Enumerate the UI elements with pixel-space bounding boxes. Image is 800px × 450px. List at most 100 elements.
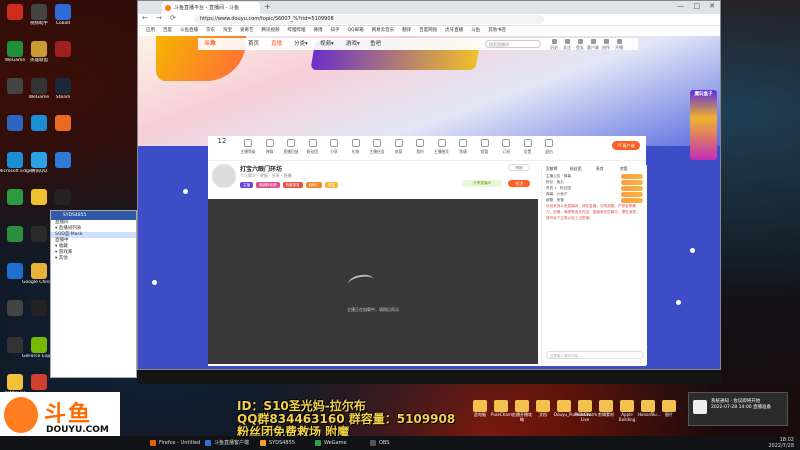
folder-icon[interactable]: Apple Building [617,400,637,422]
folder-icon[interactable]: 文档 [533,400,553,417]
share-button[interactable]: 分享直播间 [462,180,502,187]
minimize-button[interactable]: — [677,2,684,10]
desktop-icon[interactable] [46,152,80,169]
bookmark-item[interactable]: 微博 [314,26,323,36]
toolbar-item[interactable]: 粉丝团 [303,139,323,154]
bookmark-item[interactable]: 爱奇艺 [240,26,254,36]
toolbar-item[interactable]: 设置 [518,139,538,154]
video-player[interactable]: 主播正在加载中，请稍后再试 [208,199,538,364]
site-search-input[interactable]: 搜索直播间 [485,40,541,48]
fishball-icon[interactable]: 鱼丸 [574,39,586,50]
desktop-icon[interactable] [46,41,80,58]
toolbar-item[interactable]: 主播图文 [432,139,452,154]
toolbar-item[interactable]: 主播任务 [367,139,387,154]
bookmark-item[interactable]: 淘宝 [223,26,232,36]
desktop-icon[interactable]: Cobalt [46,4,80,27]
bookmark-item[interactable]: 虎牙直播 [445,26,463,36]
bookmark-item[interactable]: 知乎 [331,26,340,36]
folder-icon[interactable]: 图片 [659,400,679,417]
nav-category[interactable]: 分类▾ [294,38,308,50]
toolbar-item[interactable]: 礼物 [346,139,366,154]
pc-client-button[interactable]: PC客户端 [612,141,640,150]
douyu-logo[interactable]: 斗鱼 [204,40,216,48]
follow-button[interactable]: 关注 [508,180,530,187]
desktop-icon[interactable] [46,115,80,132]
follow-icon[interactable]: 关注 [561,39,573,50]
bookmark-item[interactable]: 翻译 [402,26,411,36]
tab-fans[interactable]: 粉丝团 [570,165,581,173]
avatar[interactable] [212,164,236,188]
forward-icon[interactable]: → [156,14,162,22]
taskbar-clock[interactable]: 18:02 2022/7/28 [768,437,794,449]
bookmark-item[interactable]: 京东 [206,26,215,36]
report-button[interactable]: 举报 [508,164,530,171]
tab-vip[interactable]: 贵宾 [596,165,604,173]
toolbar-item[interactable]: 主播等级 [238,139,258,154]
room-tag[interactable]: 超级粉丝团 [256,182,280,188]
bookmark-item[interactable]: 斗鱼直播 [180,26,198,36]
folder-icon[interactable]: Douyu_PureCharm [554,400,591,417]
toolbar-item[interactable]: 弹幕 [260,139,280,154]
bookmark-item[interactable]: 百度 [163,26,172,36]
toolbar-item[interactable]: 鱼塘 [453,139,473,154]
bookmark-item[interactable]: 哔哩哔哩 [288,26,306,36]
toolbar-item[interactable]: 我的 [410,139,430,154]
bookmark-item[interactable]: 腾讯视频 [262,26,280,36]
bookmark-item[interactable]: 百度网盘 [419,26,437,36]
taskbar-item[interactable]: WeGame [315,438,347,448]
nav-live[interactable]: 直播 [271,38,282,50]
client-list-item[interactable]: ▾ 其他 [51,256,136,262]
toolbar-item[interactable]: 退出 [539,139,559,154]
toolbar-item[interactable]: 订阅 [496,139,516,154]
folder-icon[interactable]: PureCharm Live [575,400,597,422]
room-tag[interactable]: 关注 [325,182,338,188]
desktop-icon[interactable]: Steam [46,78,80,101]
chat-rank-row[interactable]: 超管 · 房管 [542,197,647,203]
app-icon [7,152,23,168]
tab-admin[interactable]: 房管 [620,165,628,173]
tab-contrib[interactable]: 贡献榜 [546,165,557,173]
desktop-icon[interactable] [46,189,80,206]
nav-fishbar[interactable]: 鱼吧 [370,38,381,50]
douyu-logo-cn: 斗鱼 [44,402,93,427]
toolbar-item[interactable]: 超管 [475,139,495,154]
taskbar-item[interactable]: 斗鱼直播客户端 [205,438,249,448]
room-tag[interactable]: 剑网三 [305,182,322,188]
close-button[interactable]: ✕ [709,2,715,10]
nav-home[interactable]: 首页 [248,38,259,50]
room-tag[interactable]: 热度排名 [282,182,303,188]
back-icon[interactable]: ← [142,14,148,22]
video-message: 主播正在加载中，请稍后再试 [347,307,399,312]
client-icon[interactable]: 客户端 [587,39,599,50]
chat-input[interactable]: 这里输入聊天内容 [546,351,643,359]
folder-icon[interactable]: 此电脑 [470,400,490,417]
taskbar-item[interactable]: OBS [370,438,389,448]
maximize-button[interactable]: □ [693,2,700,10]
browser-tab[interactable]: 斗鱼直播平台 - 直播间 - 斗鱼 [162,2,260,14]
toolbar-item[interactable]: 房管 [389,139,409,154]
url-input[interactable]: https://www.douyu.com/topic/S6007_%?rid=… [194,15,544,24]
nav-game[interactable]: 游戏▾ [346,38,360,50]
room-tag[interactable]: 主播 [240,182,253,188]
side-ad[interactable]: 魔玩盒子 [690,90,717,160]
bookmark-item[interactable]: 其他书签 [488,26,506,36]
folder-icon[interactable]: 剪辑素材 [596,400,616,417]
toolbar-item[interactable]: 直播回放 [281,139,301,154]
bookmark-item[interactable]: 斗鱼 [471,26,480,36]
folder-icon[interactable]: Honor/Bu... [638,400,661,417]
reload-icon[interactable]: ⟳ [170,14,176,22]
bookmark-item[interactable]: 网易云音乐 [372,26,395,36]
folder-icon[interactable]: PureCharm... [491,400,517,417]
broadcast-icon[interactable]: 开播 [613,39,625,50]
bookmark-item[interactable]: 应用 [146,26,155,36]
bookmark-item[interactable]: QQ邮箱 [348,26,364,36]
nav-video[interactable]: 视频▾ [320,38,334,50]
taskbar-item[interactable]: SYDS4855 [260,438,295,448]
folder-icon[interactable]: 主播开播攻略 [512,400,532,422]
new-tab-button[interactable]: + [264,2,271,11]
taskbar-item[interactable]: Firefox - Untitled [150,438,200,448]
notification-toast[interactable]: 系统通知 · 会议即将开始 2022-07-28 14:00 直播准备 [688,392,788,426]
toolbar-item[interactable]: 分享 [324,139,344,154]
create-icon[interactable]: 创作 [600,39,612,50]
history-icon[interactable]: 历史 [548,39,560,50]
